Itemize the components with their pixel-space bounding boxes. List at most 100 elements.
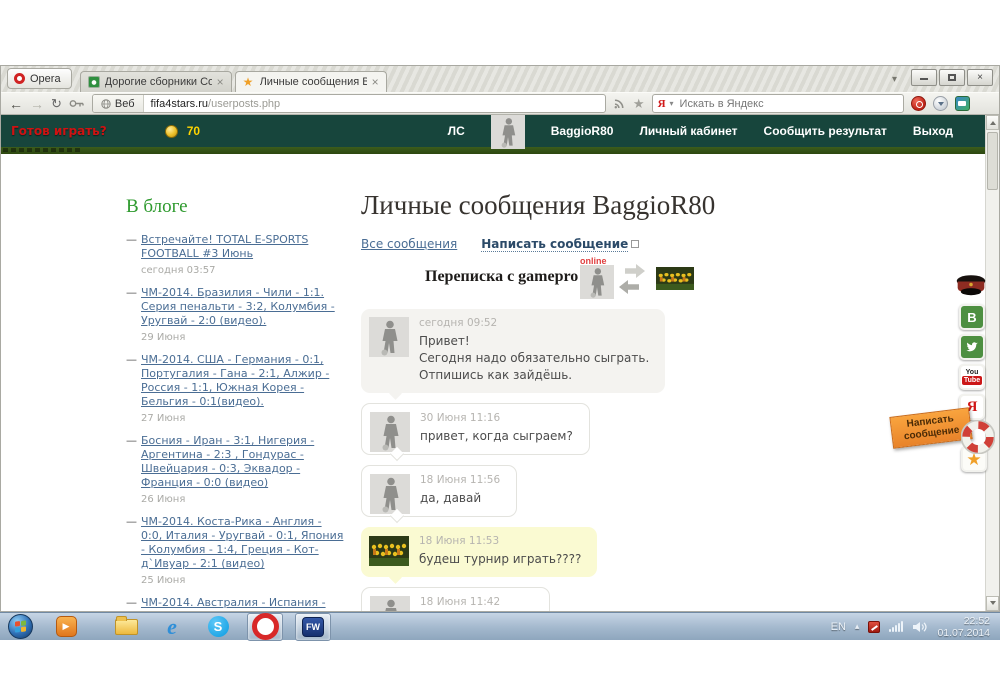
browser-tab[interactable]: Дорогие сборники Со... × <box>80 71 232 92</box>
vk-icon[interactable]: В <box>959 304 985 330</box>
twitter-icon[interactable] <box>959 334 985 360</box>
message-time: 30 Июня 11:16 <box>420 412 573 424</box>
browser-tab[interactable]: ★Личные сообщения B...× <box>235 71 387 92</box>
blog-post-link[interactable]: Босния - Иран - 3:1, Нигерия - Аргентина… <box>141 434 314 489</box>
lifebuoy-icon[interactable] <box>961 420 995 454</box>
page-content: В блоге —Встречайте! TOTAL E-SPORTS FOOT… <box>1 154 999 611</box>
message-player-avatar[interactable] <box>369 317 409 357</box>
bookmark-star-icon[interactable]: ★ <box>633 97 645 110</box>
url-host: fifa4stars.ru <box>151 98 208 110</box>
nav-item-username[interactable]: BaggioR80 <box>551 124 614 138</box>
scroll-up-icon <box>990 118 996 125</box>
back-button[interactable]: ← <box>9 96 23 112</box>
maximize-button[interactable] <box>939 69 965 86</box>
own-team-avatar[interactable] <box>656 267 694 290</box>
blog-post-link[interactable]: ЧМ-2014. Бразилия - Чили - 1:1. Серия пе… <box>141 286 335 327</box>
message-text-line: да, давай <box>420 490 500 507</box>
hidden-icons-caret[interactable]: ▴ <box>855 621 860 632</box>
nav-item-report-result[interactable]: Сообщить результат <box>764 124 887 138</box>
taskbar-opera[interactable] <box>247 613 283 641</box>
message-team-avatar[interactable] <box>369 536 409 566</box>
taskbar-fw-app[interactable]: FW <box>295 613 331 641</box>
blog-item-bullet: — <box>126 233 137 247</box>
interlocutor-avatar[interactable] <box>580 265 614 299</box>
yandex-search-box[interactable]: Я ▾ <box>652 94 904 113</box>
scroll-down-button[interactable] <box>986 596 999 611</box>
blog-item: —ЧМ-2014. Австралия - Испания - 0:3, Хор… <box>126 596 346 611</box>
opera-menu-button[interactable]: Opera <box>7 68 72 89</box>
address-badge[interactable]: Веб <box>93 95 144 112</box>
globe-icon <box>101 99 111 109</box>
tab-close-icon[interactable]: × <box>372 77 379 87</box>
tab-list-chevron-icon[interactable]: ▾ <box>892 74 897 85</box>
rss-icon[interactable] <box>613 97 626 110</box>
taskbar-skype[interactable]: S <box>201 614 235 640</box>
forward-button[interactable]: → <box>30 96 44 112</box>
taskbar: ▶ e S FW EN ▴ 22:52 01.07.2014 <box>0 612 1000 640</box>
minimize-icon <box>920 75 928 80</box>
browser-window: Opera Дорогие сборники Со...×★Личные соо… <box>0 65 1000 612</box>
message-time: 18 Июня 11:53 <box>419 535 581 547</box>
vertical-scrollbar[interactable] <box>985 115 999 611</box>
nav-item-messages[interactable]: ЛС <box>448 124 465 138</box>
military-cap-icon[interactable] <box>955 272 987 298</box>
taskbar-explorer[interactable] <box>109 614 143 640</box>
tray-clock[interactable]: 22:52 01.07.2014 <box>937 615 990 639</box>
close-icon: × <box>977 73 983 83</box>
blog-post-link[interactable]: ЧМ-2014. Коста-Рика - Англия - 0:0, Итал… <box>141 515 343 570</box>
message-bubble: 18 Июня 11:42привет, сыграем? <box>361 587 550 611</box>
search-engine-chevron-icon[interactable]: ▾ <box>670 99 674 108</box>
message-text-line: Сегодня надо обязательно сыграть. <box>419 350 649 367</box>
message-list: сегодня 09:52Привет!Сегодня надо обязате… <box>361 309 761 611</box>
message-text-line: Отпишись как зайдёшь. <box>419 367 649 384</box>
tab-label: Дорогие сборники Со... <box>105 76 212 88</box>
reload-button[interactable]: ↻ <box>51 96 62 112</box>
tray-app-icon[interactable] <box>868 621 880 633</box>
tab-close-icon[interactable]: × <box>217 77 224 87</box>
blog-post-link[interactable]: Встречайте! TOTAL E-SPORTS FOOTBALL #3 И… <box>141 233 308 260</box>
message-bubble: 18 Июня 11:53 будеш турнир играть???? <box>361 527 597 577</box>
message-player-avatar[interactable] <box>370 596 410 611</box>
taskbar-internet-explorer[interactable]: e <box>155 614 189 640</box>
download-icon[interactable] <box>933 96 948 111</box>
scrollbar-thumb[interactable] <box>987 132 998 190</box>
message-bubble: 18 Июня 11:56да, давай <box>361 465 517 517</box>
skype-icon: S <box>208 616 229 637</box>
url-text: fifa4stars.ru/userposts.php <box>144 98 281 110</box>
all-messages-link[interactable]: Все сообщения <box>361 237 457 251</box>
network-icon[interactable] <box>889 621 903 632</box>
blog-post-link[interactable]: ЧМ-2014. Австралия - Испания - 0:3, Хорв… <box>141 596 326 611</box>
url-path: /userposts.php <box>208 98 280 110</box>
arrow-right-icon <box>625 264 645 278</box>
message-player-avatar[interactable] <box>370 412 410 452</box>
header-avatar[interactable] <box>491 115 525 149</box>
message-player-avatar[interactable] <box>370 474 410 514</box>
page-title: Личные сообщения BaggioR80 <box>361 190 761 221</box>
close-button[interactable]: × <box>967 69 993 86</box>
opera-menu-label: Opera <box>30 73 61 85</box>
language-indicator[interactable]: EN <box>831 621 846 633</box>
nav-item-cabinet[interactable]: Личный кабинет <box>639 124 737 138</box>
messages-main: Личные сообщения BaggioR80 Все сообщения… <box>361 154 761 611</box>
start-button[interactable] <box>8 614 33 639</box>
search-input[interactable] <box>678 97 898 111</box>
volume-icon[interactable] <box>912 621 928 633</box>
scroll-down-icon <box>990 601 996 608</box>
mail-icon[interactable] <box>955 96 970 111</box>
red-badge-icon[interactable] <box>911 96 926 111</box>
message-text-line: будеш турнир играть???? <box>419 551 581 568</box>
nav-item-logout[interactable]: Выход <box>913 124 953 138</box>
address-bar[interactable]: Веб fifa4stars.ru/userposts.php <box>92 94 606 113</box>
blog-post-date: 25 Июня <box>141 574 346 588</box>
wand-key-icon[interactable] <box>69 99 85 108</box>
ready-to-play-link[interactable]: Готов играть? <box>11 124 107 138</box>
blog-post-date: 29 Июня <box>141 331 346 345</box>
blog-post-link[interactable]: ЧМ-2014. США - Германия - 0:1, Португали… <box>141 353 329 408</box>
scroll-up-button[interactable] <box>986 115 999 130</box>
minimize-button[interactable] <box>911 69 937 86</box>
message-time: сегодня 09:52 <box>419 317 649 329</box>
blog-item: —ЧМ-2014. США - Германия - 0:1, Португал… <box>126 353 346 426</box>
taskbar-media-player[interactable]: ▶ <box>49 614 83 640</box>
youtube-icon[interactable]: You Tube <box>959 364 985 390</box>
write-message-link[interactable]: Написать сообщение <box>481 237 639 251</box>
